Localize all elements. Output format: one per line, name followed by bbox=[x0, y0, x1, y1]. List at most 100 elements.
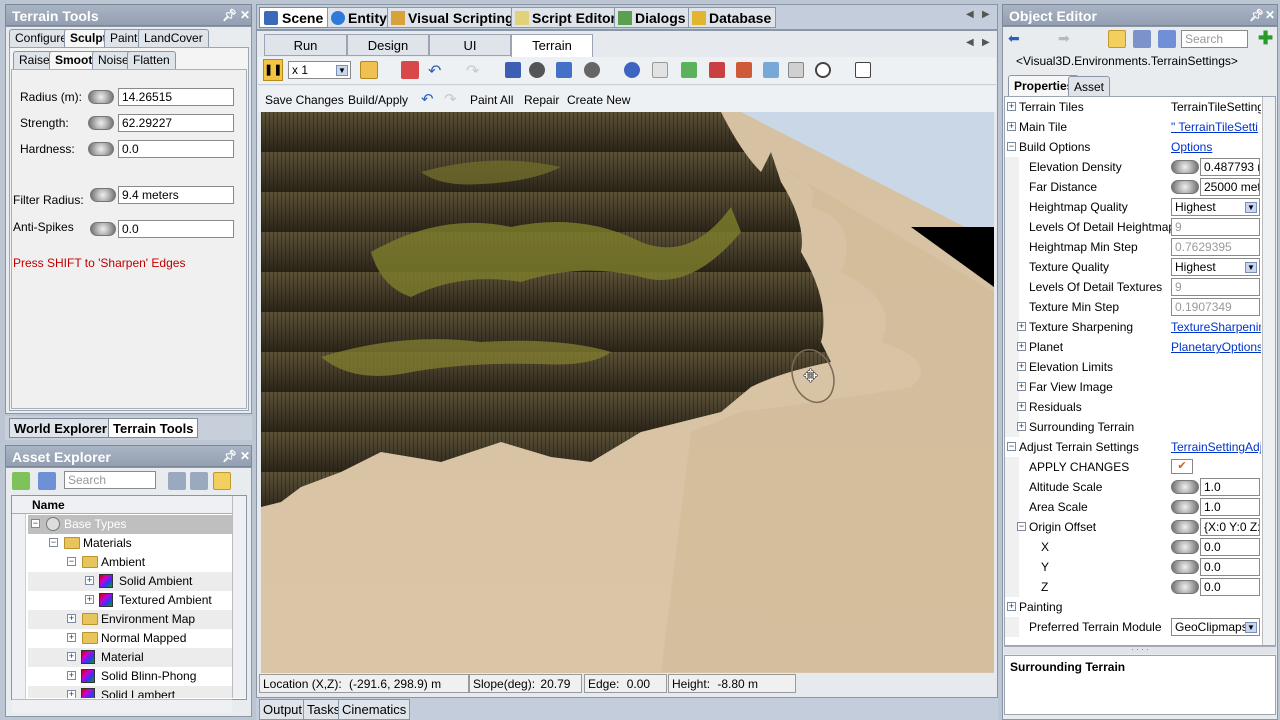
property-value[interactable]: PlanetaryOptions bbox=[1171, 340, 1261, 354]
radius-input[interactable]: 14.26515 bbox=[118, 88, 234, 106]
property-value-select[interactable]: GeoClipmaps ▼ bbox=[1171, 618, 1260, 636]
save-icon[interactable] bbox=[505, 62, 521, 78]
create-new-button[interactable]: Create New bbox=[567, 93, 630, 107]
list-item[interactable]: − Ambient bbox=[28, 553, 232, 572]
close-icon[interactable]: ✕ bbox=[240, 8, 250, 22]
scroll-right-icon[interactable]: ▶ bbox=[982, 9, 990, 20]
collapse-toggle-icon[interactable]: − bbox=[49, 538, 58, 547]
gear-icon[interactable] bbox=[624, 62, 640, 78]
refresh-icon[interactable] bbox=[529, 62, 545, 78]
property-value-input[interactable]: 0.7629395 bbox=[1171, 238, 1260, 256]
collapse-toggle-icon[interactable]: − bbox=[1017, 522, 1026, 531]
alphabetical-sort-icon[interactable] bbox=[1133, 30, 1151, 48]
expand-toggle-icon[interactable]: + bbox=[85, 576, 94, 585]
tab-output[interactable]: Output bbox=[259, 699, 307, 720]
transform-icon[interactable] bbox=[709, 62, 725, 78]
tab-landcover[interactable]: LandCover bbox=[138, 29, 209, 47]
speed-select[interactable]: x 1 ▼ bbox=[288, 61, 351, 79]
property-row[interactable]: Texture Quality Highest ▼ bbox=[1005, 257, 1263, 277]
property-search-input[interactable]: Search bbox=[1181, 30, 1248, 48]
image-icon[interactable] bbox=[763, 62, 779, 78]
property-value-input[interactable]: 0.487793 m bbox=[1200, 158, 1260, 176]
value-slider-knob[interactable] bbox=[1171, 520, 1199, 534]
subtab-terrain[interactable]: Terrain bbox=[511, 34, 593, 57]
add-icon[interactable]: ✚ bbox=[1258, 28, 1273, 49]
scroll-left-icon[interactable]: ◀ bbox=[966, 37, 974, 48]
property-row[interactable]: Far Distance 25000 met bbox=[1005, 177, 1263, 197]
asset-search-input[interactable]: Search bbox=[64, 471, 156, 489]
sphere-icon[interactable] bbox=[584, 62, 600, 78]
tree-view-icon[interactable] bbox=[1158, 30, 1176, 48]
pin-icon[interactable]: 📌︎ bbox=[1249, 8, 1264, 22]
property-value-input[interactable]: 25000 met bbox=[1200, 178, 1260, 196]
collapse-icon[interactable] bbox=[168, 472, 186, 490]
property-value-input[interactable]: 9 bbox=[1171, 278, 1260, 296]
expand-toggle-icon[interactable]: + bbox=[85, 595, 94, 604]
categorized-view-icon[interactable] bbox=[1108, 30, 1126, 48]
eraser-icon[interactable] bbox=[401, 61, 419, 79]
property-row[interactable]: Y 0.0 bbox=[1005, 557, 1263, 577]
view-mode-icon[interactable] bbox=[213, 472, 231, 490]
expand-toggle-icon[interactable]: + bbox=[67, 690, 76, 698]
subtab-ui[interactable]: UI bbox=[429, 34, 511, 56]
expand-toggle-icon[interactable]: + bbox=[1017, 322, 1026, 331]
tab-entity[interactable]: Entity bbox=[327, 7, 392, 28]
collapse-toggle-icon[interactable]: − bbox=[1007, 442, 1016, 451]
tab-cinematics[interactable]: Cinematics bbox=[338, 699, 411, 720]
value-slider-knob[interactable] bbox=[1171, 540, 1199, 554]
layers-icon[interactable] bbox=[556, 62, 572, 78]
property-value[interactable]: TerrainSettingAdj bbox=[1171, 440, 1261, 454]
property-row[interactable]: + Far View Image bbox=[1005, 377, 1263, 397]
undo-icon[interactable]: ↶ bbox=[421, 90, 434, 108]
terrain-viewport[interactable]: ✥ bbox=[261, 112, 994, 673]
tab-database[interactable]: Database bbox=[688, 7, 777, 28]
property-value-input[interactable]: 1.0 bbox=[1200, 498, 1260, 516]
expand-toggle-icon[interactable]: + bbox=[1017, 402, 1026, 411]
property-value[interactable]: Options bbox=[1171, 140, 1261, 154]
property-value-input[interactable]: 9 bbox=[1171, 218, 1260, 236]
export-icon[interactable] bbox=[855, 62, 871, 78]
property-row[interactable]: Elevation Density 0.487793 m bbox=[1005, 157, 1263, 177]
anti-spikes-slider-knob[interactable] bbox=[90, 222, 116, 236]
property-row[interactable]: + Residuals bbox=[1005, 397, 1263, 417]
radius-slider-knob[interactable] bbox=[88, 90, 114, 104]
property-value-select[interactable]: Highest ▼ bbox=[1171, 198, 1260, 216]
property-row[interactable]: − Adjust Terrain Settings TerrainSettingAd… bbox=[1005, 437, 1263, 457]
list-item[interactable]: + Normal Mapped bbox=[28, 629, 232, 648]
property-row[interactable]: − Origin Offset {X:0 Y:0 Z: bbox=[1005, 517, 1263, 537]
tab-scene[interactable]: Scene bbox=[259, 7, 329, 28]
window-icon[interactable] bbox=[788, 62, 804, 78]
grid-splitter[interactable]: · · · · bbox=[1004, 646, 1276, 654]
strength-slider-knob[interactable] bbox=[88, 116, 114, 130]
value-slider-knob[interactable] bbox=[1171, 160, 1199, 174]
back-icon[interactable]: ⬅ bbox=[1008, 30, 1020, 47]
build-apply-button[interactable]: Build/Apply bbox=[348, 93, 408, 107]
property-row[interactable]: Levels Of Detail Heightmap 9 bbox=[1005, 217, 1263, 237]
sort-icon[interactable] bbox=[190, 472, 208, 490]
list-item[interactable]: + Textured Ambient bbox=[28, 591, 232, 610]
property-row[interactable]: APPLY CHANGES ✔ bbox=[1005, 457, 1263, 477]
pause-button[interactable]: ❚❚ bbox=[263, 59, 283, 81]
name-column-header[interactable]: Name bbox=[32, 498, 65, 512]
expand-toggle-icon[interactable]: + bbox=[1017, 362, 1026, 371]
tab-visual-scripting[interactable]: Visual Scripting bbox=[387, 7, 519, 28]
hardness-input[interactable]: 0.0 bbox=[118, 140, 234, 158]
property-value-input[interactable]: 0.0 bbox=[1200, 538, 1260, 556]
apply-changes-checkbox[interactable]: ✔ bbox=[1171, 459, 1193, 474]
expand-toggle-icon[interactable]: + bbox=[1017, 422, 1026, 431]
list-item[interactable]: + Environment Map bbox=[28, 610, 232, 629]
property-value-input[interactable]: 1.0 bbox=[1200, 478, 1260, 496]
save-changes-button[interactable]: Save Changes bbox=[265, 93, 344, 107]
property-row[interactable]: Preferred Terrain Module GeoClipmaps ▼ bbox=[1005, 617, 1263, 637]
property-row[interactable]: + Main Tile " TerrainTileSetti bbox=[1005, 117, 1263, 137]
expand-toggle-icon[interactable]: + bbox=[67, 671, 76, 680]
list-item[interactable]: − Materials bbox=[28, 534, 232, 553]
forward-icon[interactable]: ➡ bbox=[1058, 30, 1070, 47]
tree-view-icon[interactable] bbox=[38, 472, 56, 490]
close-icon[interactable]: ✕ bbox=[1265, 8, 1275, 22]
subtab-design[interactable]: Design bbox=[347, 34, 429, 56]
tab-asset[interactable]: Asset bbox=[1068, 76, 1111, 96]
list-item[interactable]: + Solid Lambert bbox=[28, 686, 232, 698]
property-row[interactable]: + Elevation Limits bbox=[1005, 357, 1263, 377]
expand-toggle-icon[interactable]: + bbox=[67, 652, 76, 661]
